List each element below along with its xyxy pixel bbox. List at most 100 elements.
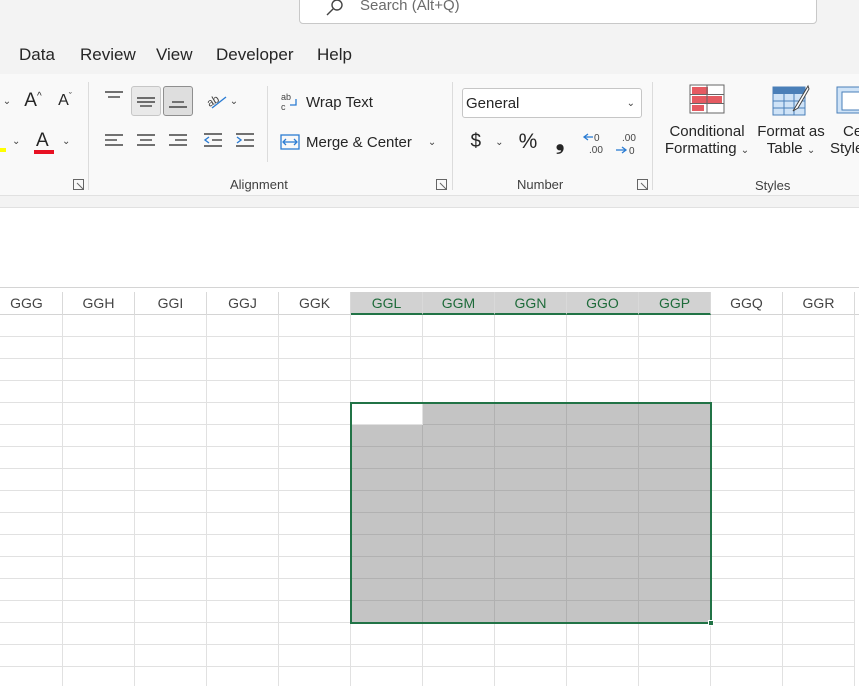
cell[interactable] — [567, 535, 639, 557]
cell[interactable] — [783, 359, 855, 381]
cell[interactable] — [711, 447, 783, 469]
cell[interactable] — [423, 381, 495, 403]
cell[interactable] — [279, 403, 351, 425]
percent-style-button[interactable]: % — [514, 128, 542, 156]
cell[interactable] — [279, 535, 351, 557]
cell[interactable] — [135, 469, 207, 491]
cell[interactable] — [567, 579, 639, 601]
cell[interactable] — [423, 491, 495, 513]
cell[interactable] — [207, 513, 279, 535]
cell[interactable] — [423, 425, 495, 447]
cell[interactable] — [63, 359, 135, 381]
cell[interactable] — [783, 403, 855, 425]
cell[interactable] — [0, 601, 63, 623]
cell[interactable] — [63, 425, 135, 447]
cell[interactable] — [639, 667, 711, 686]
cell[interactable] — [63, 491, 135, 513]
cell[interactable] — [495, 425, 567, 447]
bottom-align-button[interactable] — [163, 86, 193, 116]
cell[interactable] — [711, 425, 783, 447]
cell[interactable] — [567, 425, 639, 447]
cell[interactable] — [351, 535, 423, 557]
cell[interactable] — [423, 667, 495, 686]
cell[interactable] — [135, 337, 207, 359]
cell[interactable] — [639, 403, 711, 425]
cell[interactable] — [63, 513, 135, 535]
cell[interactable] — [135, 447, 207, 469]
middle-align-button[interactable] — [131, 86, 161, 116]
cell[interactable] — [135, 425, 207, 447]
column-header-ggl[interactable]: GGL — [351, 292, 423, 315]
cell[interactable] — [495, 315, 567, 337]
cell[interactable] — [0, 469, 63, 491]
cell[interactable] — [0, 557, 63, 579]
cell[interactable] — [207, 359, 279, 381]
cell[interactable] — [207, 381, 279, 403]
cell[interactable] — [639, 579, 711, 601]
cell[interactable] — [567, 403, 639, 425]
cell[interactable] — [495, 535, 567, 557]
cell[interactable] — [351, 425, 423, 447]
align-left-icon[interactable] — [104, 132, 124, 150]
cell[interactable] — [207, 601, 279, 623]
cell[interactable] — [279, 469, 351, 491]
cell[interactable] — [711, 403, 783, 425]
highlight-color-button[interactable]: ⌄ — [0, 130, 26, 156]
cell[interactable] — [639, 557, 711, 579]
cell[interactable] — [639, 491, 711, 513]
tab-developer[interactable]: Developer — [216, 45, 294, 65]
cell[interactable] — [279, 337, 351, 359]
cell[interactable] — [783, 557, 855, 579]
cell[interactable] — [783, 447, 855, 469]
cell[interactable] — [639, 447, 711, 469]
cell[interactable] — [495, 645, 567, 667]
cell[interactable] — [351, 557, 423, 579]
cell[interactable] — [0, 359, 63, 381]
cell[interactable] — [495, 601, 567, 623]
tab-review[interactable]: Review — [80, 45, 136, 65]
cell[interactable] — [423, 359, 495, 381]
top-align-icon[interactable] — [104, 90, 124, 106]
cell[interactable] — [711, 579, 783, 601]
cell[interactable] — [711, 359, 783, 381]
cell[interactable] — [279, 381, 351, 403]
worksheet-grid[interactable] — [0, 315, 859, 686]
cell[interactable] — [639, 315, 711, 337]
cell[interactable] — [279, 645, 351, 667]
cell[interactable] — [0, 315, 63, 337]
cell[interactable] — [783, 601, 855, 623]
cell[interactable] — [639, 513, 711, 535]
cell[interactable] — [63, 601, 135, 623]
cell[interactable] — [207, 469, 279, 491]
cell[interactable] — [783, 667, 855, 686]
cell[interactable] — [639, 535, 711, 557]
cell[interactable] — [711, 469, 783, 491]
cell[interactable] — [63, 403, 135, 425]
cell[interactable] — [567, 513, 639, 535]
cell[interactable] — [0, 513, 63, 535]
cell[interactable] — [351, 381, 423, 403]
active-cell[interactable] — [351, 403, 423, 425]
cell[interactable] — [711, 381, 783, 403]
cell[interactable] — [279, 447, 351, 469]
align-center-icon[interactable] — [136, 132, 156, 150]
cell[interactable] — [351, 337, 423, 359]
cell[interactable] — [423, 315, 495, 337]
cell[interactable] — [567, 469, 639, 491]
cell[interactable] — [279, 359, 351, 381]
cell[interactable] — [711, 491, 783, 513]
cell[interactable] — [639, 645, 711, 667]
cell[interactable] — [207, 535, 279, 557]
cell[interactable] — [135, 403, 207, 425]
column-header-ggh[interactable]: GGH — [63, 292, 135, 315]
cell[interactable] — [135, 579, 207, 601]
cell[interactable] — [351, 601, 423, 623]
orientation-button[interactable]: ab ⌄ — [202, 90, 242, 112]
cell[interactable] — [0, 579, 63, 601]
cell[interactable] — [495, 667, 567, 686]
cell[interactable] — [639, 601, 711, 623]
cell[interactable] — [495, 381, 567, 403]
cell[interactable] — [0, 667, 63, 686]
cell[interactable] — [207, 623, 279, 645]
cell[interactable] — [63, 469, 135, 491]
